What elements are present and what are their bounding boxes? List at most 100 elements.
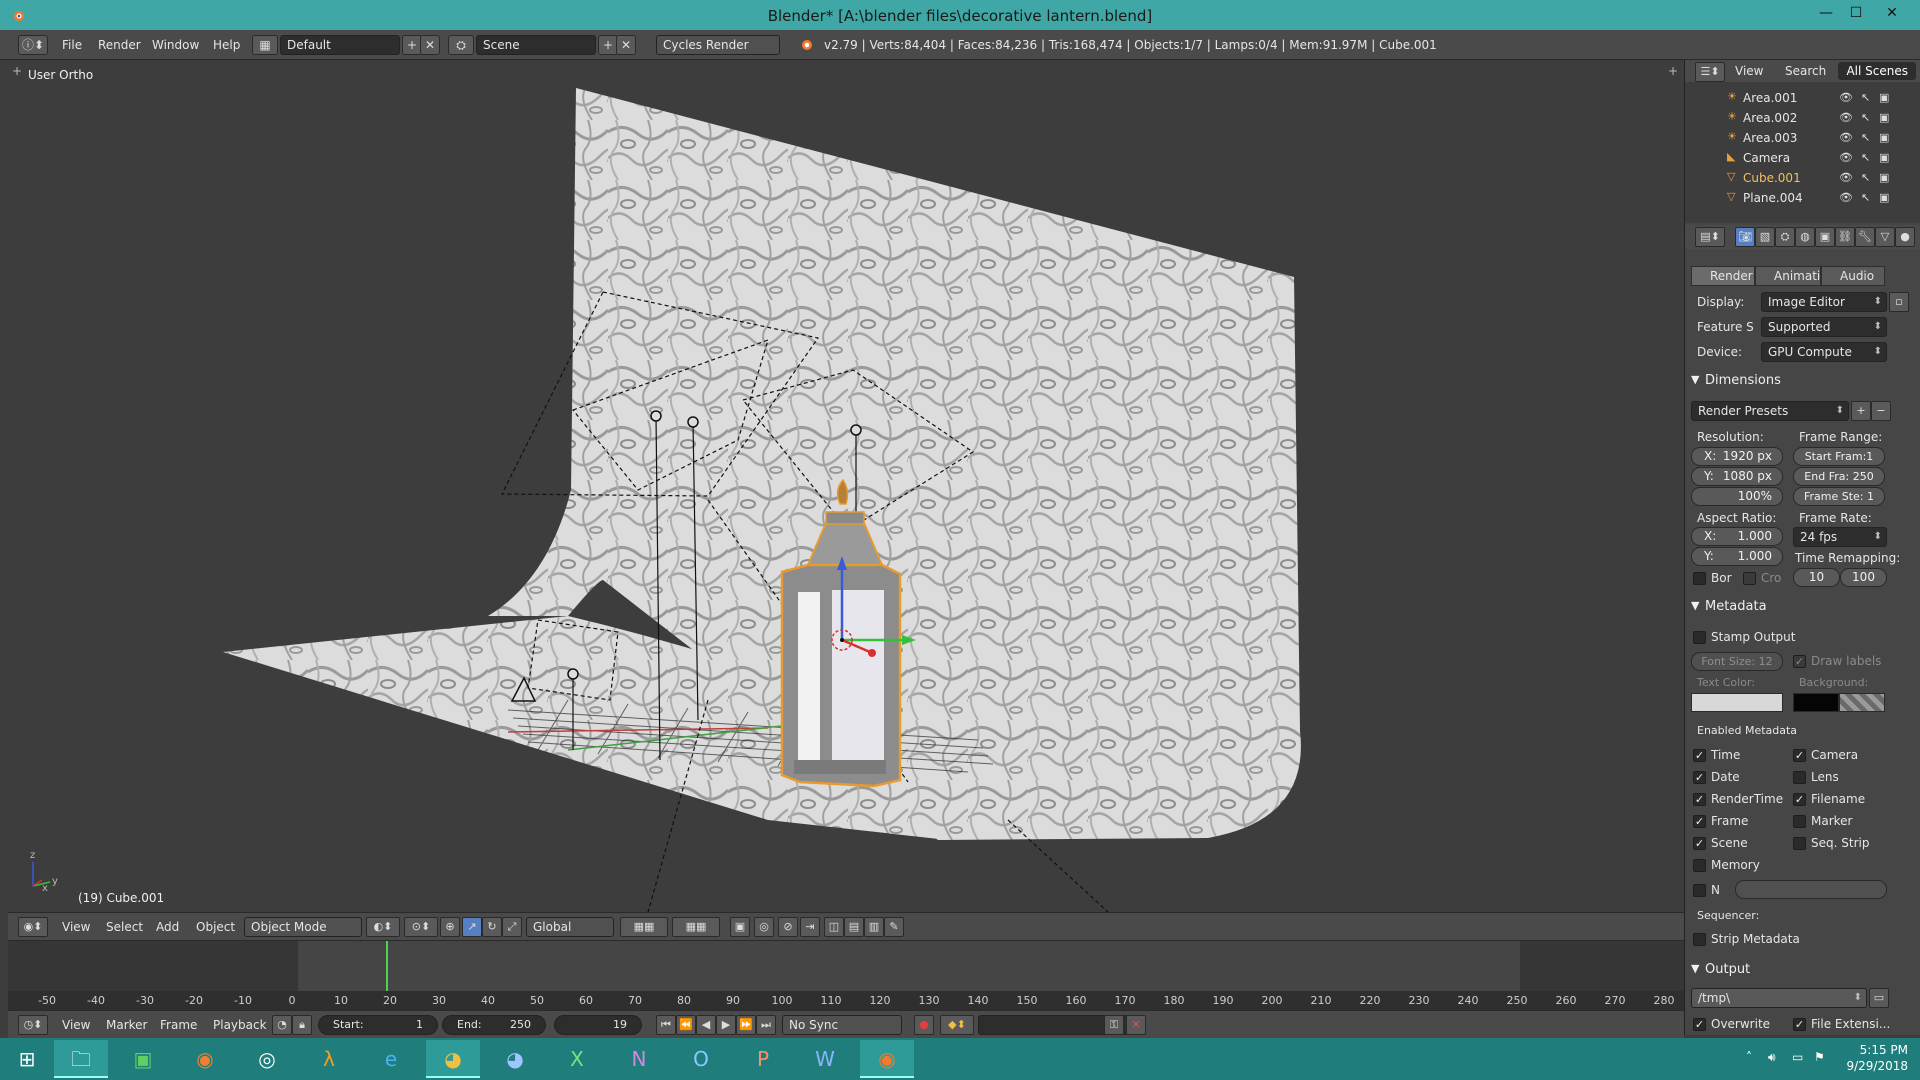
keying-icon[interactable]: ◆⬍ [940, 1015, 974, 1035]
text-color-swatch[interactable] [1691, 693, 1783, 712]
play-icon[interactable]: ▶ [716, 1015, 736, 1035]
record-icon[interactable]: ● [914, 1015, 934, 1035]
add-preset-icon[interactable]: + [1851, 401, 1871, 421]
eye-icon[interactable]: 👁︎ [1839, 191, 1853, 204]
windows-start-icon[interactable]: ⊞ [0, 1040, 54, 1078]
outliner-item-area-003[interactable]: ☀ Area.003 👁︎ ↖ ▣ [1685, 128, 1920, 148]
outliner-item-plane-004[interactable]: ▽ Plane.004 👁︎ ↖ ▣ [1685, 188, 1920, 208]
date-checkbox[interactable]: ✓ [1693, 771, 1706, 784]
overwrite-checkbox[interactable]: ✓ [1693, 1018, 1706, 1031]
menu-add[interactable]: Add [156, 920, 179, 934]
outliner-item-area-002[interactable]: ☀ Area.002 👁︎ ↖ ▣ [1685, 108, 1920, 128]
note-text-field[interactable] [1735, 880, 1887, 899]
screen-layout-icon[interactable]: ▦ [252, 35, 278, 55]
timeline[interactable]: -50 -40 -30 -20 -10 0 10 20 30 40 50 60 … [8, 940, 1684, 1011]
render-icon[interactable]: ▣ [1879, 171, 1889, 184]
menu-search[interactable]: Search [1785, 64, 1826, 78]
menu-view[interactable]: View [1735, 64, 1763, 78]
background-alpha-swatch[interactable] [1839, 693, 1885, 712]
editor-type-timeline-icon[interactable]: ◷⬍ [18, 1015, 48, 1035]
volume-icon[interactable]: 🔊︎ [1768, 1050, 1776, 1065]
timeline-ruler[interactable]: -50 -40 -30 -20 -10 0 10 20 30 40 50 60 … [8, 991, 1684, 1011]
memory-checkbox[interactable] [1693, 859, 1706, 872]
aspect-x-field[interactable]: X: 1.000 [1691, 527, 1783, 546]
constraints-icon[interactable]: ⛓ [1835, 227, 1855, 247]
remap-old-field[interactable]: 10 [1793, 568, 1840, 587]
snap-icon[interactable]: ⊘ [778, 917, 798, 937]
current-frame-indicator[interactable] [386, 941, 388, 991]
firefox-icon[interactable]: ◉ [178, 1040, 232, 1078]
frame-rate-dropdown[interactable]: 24 fps [1793, 527, 1887, 547]
transform-orientation-dropdown[interactable]: Global [526, 917, 614, 937]
grease-pencil-icon[interactable]: ✎ [884, 917, 904, 937]
scene-icon[interactable]: ⛭ [448, 35, 474, 55]
render-layers-icon[interactable]: ▧ [1755, 227, 1775, 247]
excel-icon[interactable]: X [550, 1040, 604, 1078]
render-icon[interactable]: ▣ [1879, 131, 1889, 144]
scene-context-icon[interactable]: ⛭ [1775, 227, 1795, 247]
add-scene-icon[interactable]: + [598, 35, 618, 55]
tab-animation[interactable]: Animatio [1755, 266, 1828, 286]
close-button[interactable]: ✕ [1870, 2, 1914, 26]
filename-checkbox[interactable]: ✓ [1793, 793, 1806, 806]
pivot-point-icon[interactable]: ⊙⬍ [404, 917, 438, 937]
proportional-edit-icon[interactable]: ◎ [754, 917, 774, 937]
draw-labels-checkbox[interactable]: ✓ [1793, 655, 1806, 668]
outliner-item-camera[interactable]: ◣ Camera 👁︎ ↖ ▣ [1685, 148, 1920, 168]
cursor-icon[interactable]: ↖ [1861, 171, 1870, 184]
note-checkbox[interactable] [1693, 884, 1706, 897]
eye-icon[interactable]: 👁︎ [1839, 171, 1853, 184]
layer-lock-icon[interactable]: ▣ [730, 917, 750, 937]
menu-frame[interactable]: Frame [160, 1018, 197, 1032]
file-extensions-checkbox[interactable]: ✓ [1793, 1018, 1806, 1031]
camera-checkbox[interactable]: ✓ [1793, 749, 1806, 762]
half-life-icon[interactable]: λ [302, 1040, 356, 1078]
preview-range-icon[interactable]: ◔ [272, 1015, 292, 1035]
translate-manipulator-icon[interactable]: ↗ [462, 917, 482, 937]
device-dropdown[interactable]: GPU Compute [1761, 342, 1887, 362]
object-context-icon[interactable]: ▣ [1815, 227, 1835, 247]
end-frame-field[interactable]: End: 250 [442, 1015, 546, 1035]
folder-icon[interactable]: ▭ [1869, 988, 1889, 1008]
frame-checkbox[interactable]: ✓ [1693, 815, 1706, 828]
insert-keyframe-icon[interactable]: ⚿ [1104, 1015, 1124, 1035]
store-icon[interactable]: ▣ [116, 1040, 170, 1078]
layers-icon[interactable]: ▦▦ [672, 917, 720, 937]
jump-keyframe-back-icon[interactable]: ⏪ [676, 1015, 696, 1035]
modifiers-icon[interactable]: 🔧︎ [1855, 227, 1875, 247]
menu-marker[interactable]: Marker [106, 1018, 147, 1032]
file-explorer-icon[interactable]: 🗀︎ [54, 1040, 108, 1078]
editor-type-outliner-icon[interactable]: ☰⬍ [1695, 62, 1725, 82]
cursor-icon[interactable]: ↖ [1861, 131, 1870, 144]
play-reverse-icon[interactable]: ◀ [696, 1015, 716, 1035]
current-frame-field[interactable]: 19 [554, 1015, 642, 1035]
render-icon[interactable]: ▣ [1879, 91, 1889, 104]
remove-preset-icon[interactable]: − [1871, 401, 1891, 421]
tray-chevron-icon[interactable]: ˄ [1746, 1050, 1752, 1064]
crop-checkbox[interactable] [1743, 572, 1756, 585]
eye-icon[interactable]: 👁︎ [1839, 131, 1853, 144]
output-panel-header[interactable]: ▼ Output [1689, 960, 1917, 982]
remove-layout-icon[interactable]: ✕ [420, 35, 440, 55]
menu-view[interactable]: View [62, 1018, 90, 1032]
cursor-icon[interactable]: ↖ [1861, 191, 1870, 204]
border-checkbox[interactable] [1693, 572, 1706, 585]
menu-playback[interactable]: Playback [213, 1018, 267, 1032]
tab-audio[interactable]: Audio [1821, 266, 1885, 286]
tool-shelf-toggle-icon[interactable]: + [12, 64, 22, 78]
marker-checkbox[interactable] [1793, 815, 1806, 828]
menu-window[interactable]: Window [152, 38, 199, 52]
menu-file[interactable]: File [62, 38, 82, 52]
opengl-render-icon[interactable]: ▤ [844, 917, 864, 937]
layers-icon[interactable]: ▦▦ [620, 917, 668, 937]
render-context-icon[interactable]: 📷︎ [1735, 227, 1755, 247]
add-layout-icon[interactable]: + [402, 35, 422, 55]
editor-type-properties-icon[interactable]: ▤⬍ [1695, 227, 1725, 247]
output-path-field[interactable]: /tmp\ [1691, 988, 1867, 1008]
world-context-icon[interactable]: ◍ [1795, 227, 1815, 247]
slot-icon[interactable]: ▫ [1889, 292, 1909, 312]
scene-checkbox[interactable]: ✓ [1693, 837, 1706, 850]
network-icon[interactable]: ▭ [1792, 1050, 1803, 1064]
delete-keyframe-icon[interactable]: ✕ [1126, 1015, 1146, 1035]
blender-taskbar-icon[interactable]: ◉ [860, 1040, 914, 1078]
